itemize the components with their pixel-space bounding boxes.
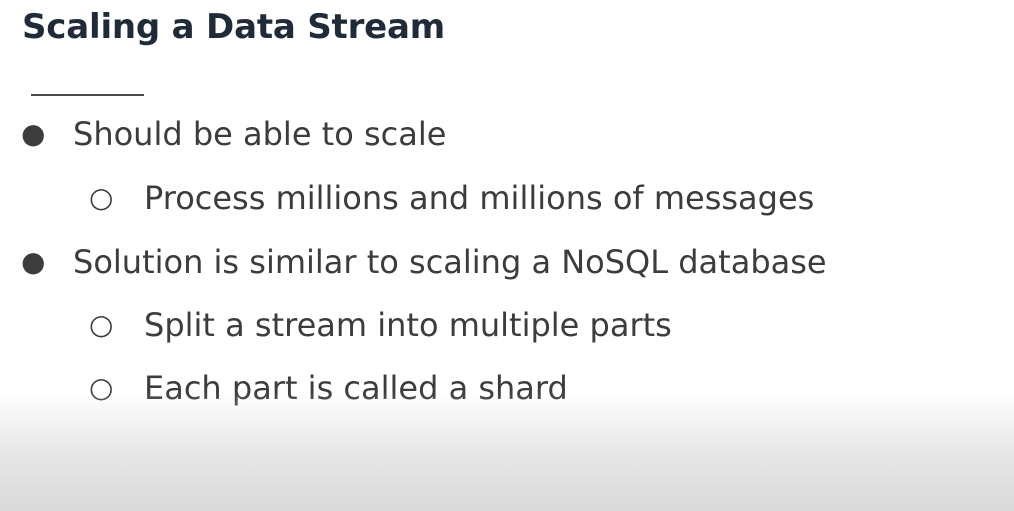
sub-bullet-marker-icon: ○: [89, 308, 114, 341]
bullet-text: Split a stream into multiple parts: [144, 306, 672, 344]
bullet-text: Each part is called a shard: [144, 369, 568, 407]
bullet-text: Process millions and millions of message…: [144, 179, 815, 217]
bottom-shadow: [0, 391, 1014, 511]
bullet-marker-icon: ●: [21, 117, 46, 150]
bullet-marker-icon: ●: [21, 245, 46, 278]
sub-bullet-marker-icon: ○: [89, 371, 114, 404]
title-divider: [31, 94, 144, 96]
bullet-item: ○ Split a stream into multiple parts: [89, 305, 672, 345]
sub-bullet-marker-icon: ○: [89, 181, 114, 214]
bullet-item: ○ Process millions and millions of messa…: [89, 178, 815, 218]
bullet-item: ● Should be able to scale: [21, 114, 447, 154]
bullet-text: Should be able to scale: [73, 115, 447, 153]
bullet-text: Solution is similar to scaling a NoSQL d…: [73, 243, 827, 281]
slide-title: Scaling a Data Stream: [22, 7, 445, 47]
bullet-item: ● Solution is similar to scaling a NoSQL…: [21, 242, 827, 282]
bullet-item: ○ Each part is called a shard: [89, 368, 568, 408]
slide: Scaling a Data Stream ● Should be able t…: [0, 0, 1014, 511]
